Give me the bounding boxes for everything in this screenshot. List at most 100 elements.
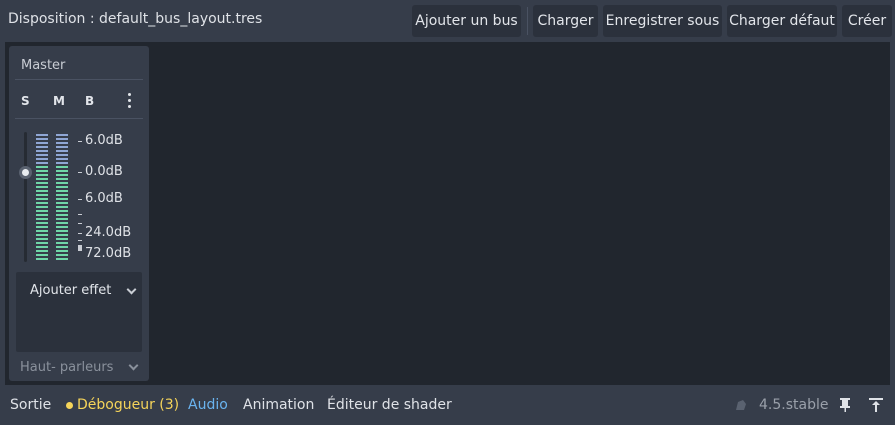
warning-dot-icon xyxy=(66,402,73,409)
meter-segment xyxy=(36,218,48,220)
meter-segment xyxy=(56,238,68,240)
meter-segment xyxy=(56,142,68,144)
effects-list[interactable]: Ajouter effet xyxy=(16,272,142,352)
db-label: 24.0dB xyxy=(85,225,132,240)
meter-segment xyxy=(36,158,48,160)
meter-segment xyxy=(36,214,48,216)
meter-segment xyxy=(56,246,68,248)
meter-segment xyxy=(56,190,68,192)
toolbar-separator xyxy=(527,7,528,35)
tab-output[interactable]: Sortie xyxy=(10,397,51,413)
meter-segment xyxy=(56,222,68,224)
meter-segment xyxy=(36,146,48,148)
meter-segment xyxy=(36,154,48,156)
meter-segment xyxy=(36,162,48,164)
pin-icon[interactable] xyxy=(839,397,851,413)
meter-segment xyxy=(56,174,68,176)
master-bus-strip: Master S M B 6.0dB 0.0dB 6.0dB 24.0dB 72… xyxy=(9,46,149,381)
meter-segment xyxy=(56,250,68,252)
tab-debugger[interactable]: Débogueur (3) xyxy=(77,397,179,413)
solo-button[interactable]: S xyxy=(21,94,30,108)
db-label: 6.0dB xyxy=(85,133,123,148)
bus-name-field[interactable]: Master xyxy=(15,54,143,80)
meter-segment xyxy=(56,166,68,168)
create-button[interactable]: Créer xyxy=(842,5,892,37)
db-tick xyxy=(78,223,82,224)
meter-segment xyxy=(36,246,48,248)
meter-segment xyxy=(36,170,48,172)
meter-segment xyxy=(36,242,48,244)
meter-segment xyxy=(56,134,68,136)
db-tick xyxy=(78,214,82,215)
meter-segment xyxy=(36,250,48,252)
meter-segment xyxy=(56,254,68,256)
meter-segment xyxy=(56,234,68,236)
meter-segment xyxy=(36,138,48,140)
db-tick xyxy=(78,233,82,234)
tab-animation[interactable]: Animation xyxy=(243,397,314,413)
db-label: 72.0dB xyxy=(85,246,132,261)
meter-segment xyxy=(36,182,48,184)
meter-segment xyxy=(56,182,68,184)
db-tick xyxy=(78,172,82,173)
mute-button[interactable]: M xyxy=(53,94,65,108)
bottom-panel-tabs: Sortie Débogueur (3) Audio Animation Édi… xyxy=(0,385,895,425)
meter-segment xyxy=(56,138,68,140)
load-default-button[interactable]: Charger défaut xyxy=(727,5,837,37)
meter-segment xyxy=(36,166,48,168)
meter-segment xyxy=(36,230,48,232)
meter-segment xyxy=(36,226,48,228)
meter-segment xyxy=(56,194,68,196)
db-tick xyxy=(78,141,82,142)
meter-segment xyxy=(56,202,68,204)
meter-segment xyxy=(56,146,68,148)
meter-segment xyxy=(56,226,68,228)
tab-shader-editor[interactable]: Éditeur de shader xyxy=(327,397,452,413)
meter-segment xyxy=(36,174,48,176)
volume-slider-handle[interactable] xyxy=(19,166,32,179)
tab-audio[interactable]: Audio xyxy=(188,397,228,413)
level-meter-left xyxy=(36,134,48,260)
meter-segment xyxy=(36,194,48,196)
meter-segment xyxy=(56,242,68,244)
meter-segment xyxy=(36,202,48,204)
load-button[interactable]: Charger xyxy=(533,5,598,37)
meter-segment xyxy=(36,142,48,144)
add-bus-button[interactable]: Ajouter un bus xyxy=(412,5,521,37)
meter-segment xyxy=(56,170,68,172)
meter-segment xyxy=(36,150,48,152)
meter-segment xyxy=(36,134,48,136)
meter-segment xyxy=(56,230,68,232)
meter-segment xyxy=(36,254,48,256)
meter-segment xyxy=(56,150,68,152)
chevron-down-icon xyxy=(128,360,139,371)
volume-slider[interactable] xyxy=(24,132,27,262)
db-label: 6.0dB xyxy=(85,191,123,206)
bypass-button[interactable]: B xyxy=(85,94,94,108)
meter-segment xyxy=(56,206,68,208)
meter-segment xyxy=(56,218,68,220)
audio-bus-toolbar: Disposition : default_bus_layout.tres Aj… xyxy=(0,0,895,42)
update-spinner-icon[interactable] xyxy=(734,398,748,412)
meter-segment xyxy=(56,258,68,260)
expand-panel-icon[interactable] xyxy=(869,397,883,413)
db-tick xyxy=(78,240,82,241)
meter-segment xyxy=(36,258,48,260)
db-label: 0.0dB xyxy=(85,164,123,179)
bus-area: Master S M B 6.0dB 0.0dB 6.0dB 24.0dB 72… xyxy=(5,42,890,385)
divider xyxy=(15,118,143,119)
add-effect-dropdown[interactable]: Ajouter effet xyxy=(30,283,111,298)
meter-segment xyxy=(36,186,48,188)
output-bus-select[interactable]: Haut- parleurs xyxy=(15,358,143,378)
level-meter-right xyxy=(56,134,68,260)
db-tick xyxy=(78,199,82,200)
meter-segment xyxy=(36,222,48,224)
meter-segment xyxy=(56,154,68,156)
bus-options-icon[interactable] xyxy=(125,92,133,110)
meter-segment xyxy=(56,186,68,188)
meter-segment xyxy=(36,234,48,236)
save-as-button[interactable]: Enregistrer sous xyxy=(603,5,722,37)
meter-segment xyxy=(36,206,48,208)
meter-segment xyxy=(36,210,48,212)
bus-layout-label: Disposition : default_bus_layout.tres xyxy=(8,11,263,27)
